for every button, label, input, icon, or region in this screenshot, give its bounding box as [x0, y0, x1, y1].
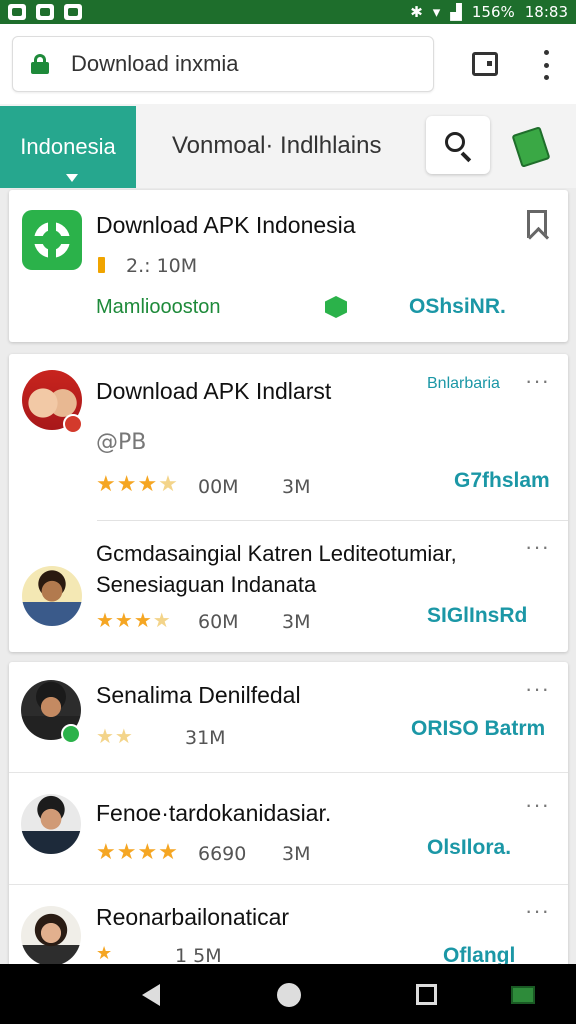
more-options-icon[interactable]: ··· — [525, 536, 550, 558]
address-bar[interactable]: Download inxmia — [12, 36, 434, 92]
app-list-card: Download APK Indlarst Bnlarbaria ··· @PB… — [9, 354, 568, 652]
download-count: 60M — [198, 611, 239, 633]
verified-icon — [325, 296, 347, 318]
rating-stars: ★ — [96, 943, 114, 964]
open-link[interactable]: SIGlInsRd — [427, 604, 527, 628]
app-title: Download APK Indlarst — [96, 378, 332, 404]
more-options-icon[interactable]: ··· — [525, 794, 550, 816]
download-count: 31M — [185, 727, 226, 749]
notification-icon — [8, 4, 26, 20]
divider — [97, 520, 568, 521]
app-title: Fenoe·tardokanidasiar. — [96, 800, 332, 826]
app-title: Senalima Denilfedal — [96, 682, 301, 708]
overflow-menu-icon[interactable] — [536, 50, 556, 80]
notification-icon — [64, 4, 82, 20]
app-subtitle: @PB — [96, 430, 147, 455]
open-link[interactable]: OShsiNR. — [409, 295, 506, 319]
bookmark-icon[interactable] — [527, 210, 547, 238]
badge-icon — [63, 414, 83, 434]
divider — [9, 884, 568, 885]
open-link[interactable]: ORISO Batrm — [411, 717, 545, 741]
lock-icon — [31, 54, 49, 74]
battery-level: 156% — [471, 3, 515, 21]
rating-stars: ★★★★ — [96, 472, 179, 497]
badge-icon — [61, 724, 81, 744]
avatar — [21, 794, 81, 854]
search-button[interactable] — [426, 116, 490, 174]
rating-stars: ★★★★ — [96, 840, 179, 865]
open-link[interactable]: OlsIlora. — [427, 836, 511, 860]
open-link[interactable]: G7fhslam — [454, 469, 550, 493]
notification-icon — [36, 4, 54, 20]
clock: 18:83 — [524, 3, 568, 21]
app-shortcut-icon[interactable] — [511, 986, 535, 1004]
status-bar: ✱ ▾ ▟ 156% 18:83 — [0, 0, 576, 24]
signal-icon: ▟ — [450, 3, 462, 21]
wifi-icon: ▾ — [432, 3, 441, 21]
url-text[interactable]: Download inxmia — [71, 51, 239, 77]
app-title: Gcmdasaingial Katren Lediteotumiar, — [96, 541, 457, 566]
featured-app-card[interactable]: Download APK Indonesia 2.: 10M Mamliooos… — [9, 190, 568, 342]
system-indicators: ✱ ▾ ▟ 156% 18:83 — [410, 3, 568, 21]
home-icon[interactable] — [277, 983, 301, 1007]
app-size: 2.: 10M — [126, 255, 198, 277]
tab-switcher-icon[interactable] — [472, 52, 498, 76]
size-icon — [98, 257, 105, 273]
more-options-icon[interactable]: ··· — [525, 678, 550, 700]
app-size: 3M — [282, 843, 311, 865]
app-title-line2: Senesiaguan Indanata — [96, 572, 317, 597]
bluetooth-icon: ✱ — [410, 3, 423, 21]
download-count: 00M — [198, 476, 239, 498]
rating-stars: ★★★★ — [96, 608, 172, 632]
app-logo-icon — [22, 210, 82, 270]
recent-apps-icon[interactable] — [416, 984, 437, 1005]
app-size: 3M — [282, 611, 311, 633]
search-icon — [445, 132, 465, 152]
extension-icon[interactable] — [511, 126, 551, 168]
developer-name[interactable]: Mamlioooston — [96, 296, 221, 319]
more-options-icon[interactable]: ··· — [525, 900, 550, 922]
system-nav-bar — [0, 964, 576, 1024]
back-icon[interactable] — [142, 984, 160, 1006]
category-label[interactable]: Bnlarbaria — [427, 375, 500, 393]
download-count: 6690 — [198, 843, 247, 865]
app-title: Reonarbailonaticar — [96, 904, 290, 930]
divider — [9, 772, 568, 773]
more-options-icon[interactable]: ··· — [525, 370, 550, 392]
notification-icons — [8, 4, 82, 20]
tab-secondary[interactable]: Vonmoal· Indlhlains — [172, 132, 381, 160]
browser-toolbar: Download inxmia — [0, 24, 576, 104]
app-list-card: Senalima Denilfedal ··· ★★ 31M ORISO Bat… — [9, 662, 568, 982]
app-size: 3M — [282, 476, 311, 498]
category-tabs: Indonesia Vonmoal· Indlhlains — [0, 104, 576, 188]
avatar — [21, 906, 81, 966]
tab-indonesia[interactable]: Indonesia — [0, 106, 136, 188]
app-title: Download APK Indonesia — [96, 212, 356, 238]
avatar — [22, 566, 82, 626]
rating-stars: ★★ — [96, 724, 134, 748]
